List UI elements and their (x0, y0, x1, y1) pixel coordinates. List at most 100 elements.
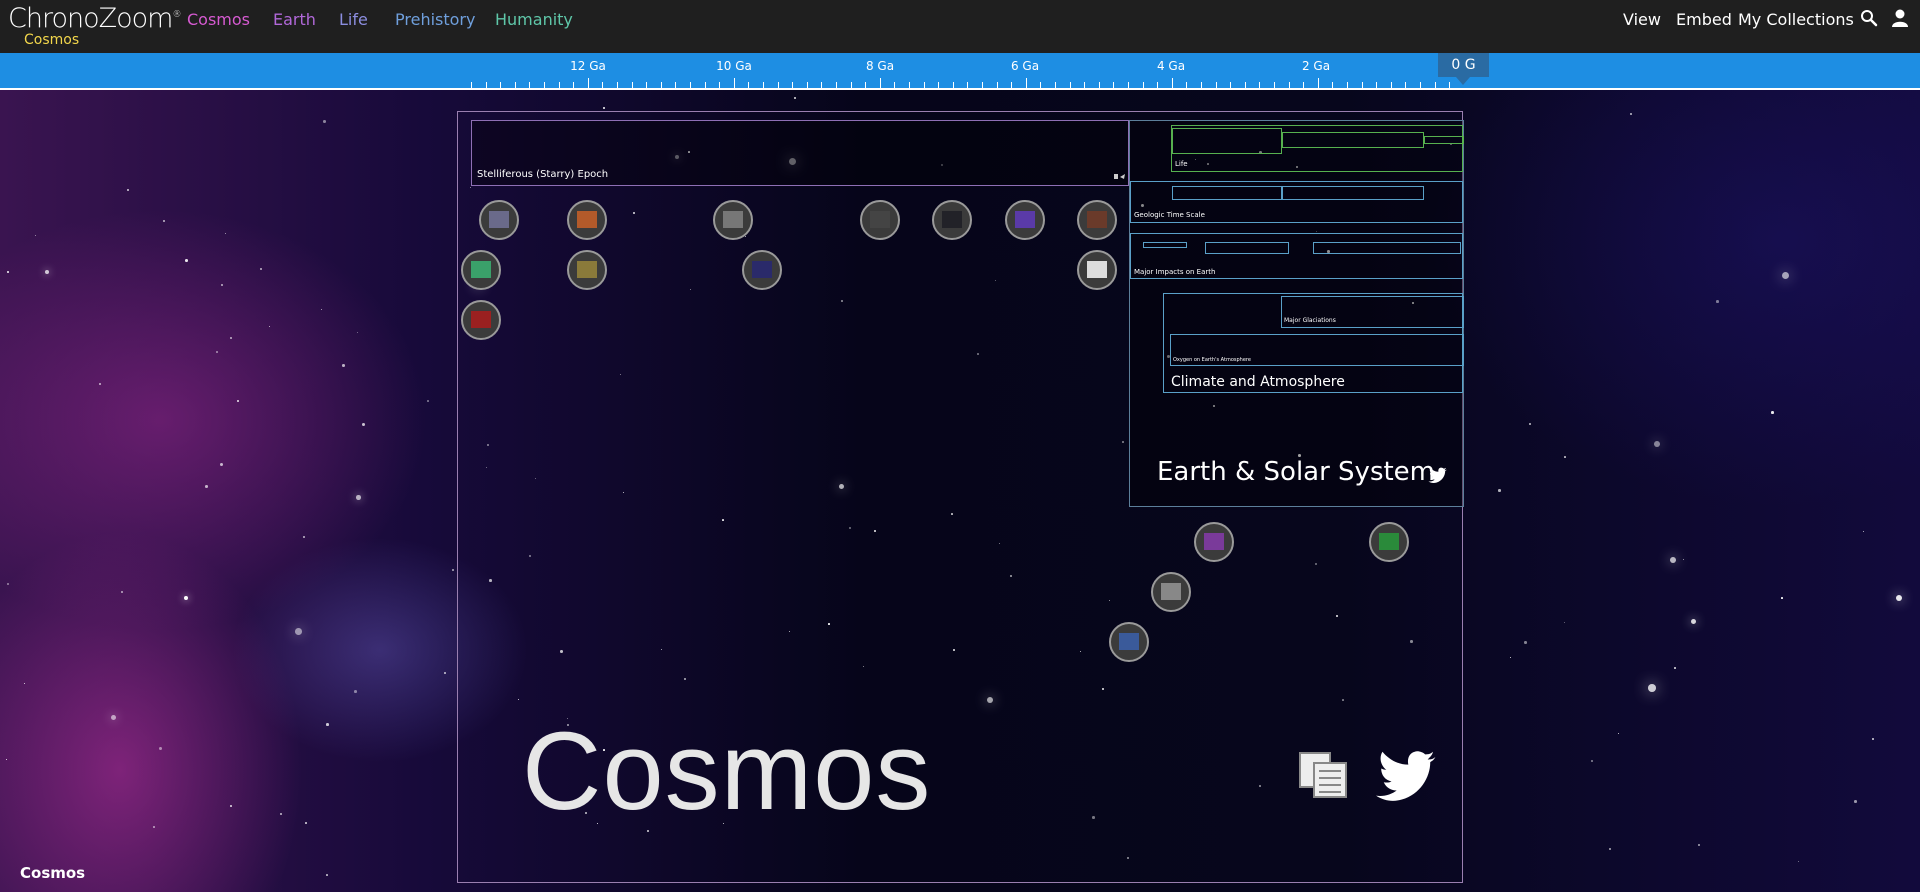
star (1524, 641, 1527, 644)
oxygen-atmosphere-timeline[interactable]: Oxygen on Earth's Atmosphere (1170, 334, 1464, 366)
star (205, 485, 208, 488)
star (603, 107, 606, 110)
view-menu[interactable]: View (1623, 10, 1661, 29)
star (1510, 657, 1512, 659)
exhibit-thumbnail[interactable] (860, 200, 900, 240)
ruler-tick (1172, 78, 1173, 88)
ruler-tick (1026, 78, 1027, 88)
star (1771, 411, 1774, 414)
impact-span-1 (1143, 242, 1187, 248)
ruler-label-10ga: 10 Ga (716, 59, 752, 73)
chronozoom-logo[interactable]: ChronoZoom® (8, 3, 181, 34)
earth-solar-system-title[interactable]: Earth & Solar System (1157, 457, 1435, 487)
exhibit-thumbnail[interactable] (742, 250, 782, 290)
star (269, 326, 271, 328)
exhibit-thumbnail[interactable] (1194, 522, 1234, 562)
major-glaciations-title[interactable]: Major Glaciations (1284, 317, 1336, 324)
star (1716, 300, 1719, 303)
star (354, 690, 357, 693)
major-impacts-title[interactable]: Major Impacts on Earth (1134, 268, 1215, 276)
star (326, 723, 329, 726)
my-collections-menu[interactable]: My Collections (1738, 10, 1854, 29)
star (24, 683, 26, 685)
exhibit-thumbnail[interactable] (1369, 522, 1409, 562)
star (303, 536, 306, 539)
stelliferous-epoch-timeline[interactable]: Stelliferous (Starry) Epoch (471, 120, 1129, 186)
logo-text: ChronoZoom (8, 3, 173, 34)
star (230, 337, 233, 340)
life-timeline[interactable]: Life (1171, 125, 1464, 172)
star (220, 463, 223, 466)
impact-span-2 (1205, 242, 1289, 254)
exhibit-thumbnail[interactable] (1109, 622, 1149, 662)
exhibit-thumbnail[interactable] (1077, 250, 1117, 290)
climate-atmosphere-title[interactable]: Climate and Atmosphere (1171, 374, 1345, 390)
star (127, 189, 129, 191)
ruler-label-2ga: 2 Ga (1301, 59, 1331, 73)
major-glaciations-timeline[interactable]: Major Glaciations (1281, 296, 1464, 328)
ruler-label-12ga: 12 Ga (570, 59, 606, 73)
exhibit-thumbnail[interactable] (1005, 200, 1045, 240)
share-icon[interactable] (1114, 173, 1126, 180)
nav-link-humanity[interactable]: Humanity (495, 10, 573, 29)
oxygen-atmosphere-title[interactable]: Oxygen on Earth's Atmosphere (1173, 357, 1251, 363)
climate-atmosphere-timeline[interactable]: Major Glaciations Oxygen on Earth's Atmo… (1163, 293, 1464, 393)
star (260, 268, 263, 271)
exhibit-thumbnail[interactable] (567, 250, 607, 290)
breadcrumb[interactable]: Cosmos (24, 32, 79, 48)
geologic-time-scale-timeline[interactable]: Geologic Time Scale (1130, 181, 1463, 223)
star (794, 97, 796, 99)
nav-link-prehistory[interactable]: Prehistory (395, 10, 475, 29)
exhibit-thumbnail[interactable] (713, 200, 753, 240)
star (1854, 800, 1857, 803)
earth-solar-system-timeline[interactable]: Life Geologic Time Scale Major Impacts o… (1129, 120, 1464, 507)
star (1863, 531, 1865, 533)
star (159, 747, 162, 750)
nav-link-earth[interactable]: Earth (273, 10, 316, 29)
impact-span-3 (1313, 242, 1461, 254)
twitter-icon[interactable] (1376, 748, 1438, 802)
exhibit-thumbnail[interactable] (1077, 200, 1117, 240)
star (342, 364, 345, 367)
time-ruler[interactable]: 12 Ga 10 Ga 8 Ga 6 Ga 4 Ga 2 Ga (0, 53, 1920, 90)
exhibit-thumbnail[interactable] (479, 200, 519, 240)
embed-menu[interactable]: Embed (1676, 10, 1732, 29)
top-navigation-bar: ChronoZoom® Cosmos Cosmos Earth Life Pre… (0, 0, 1920, 53)
exhibit-thumbnail[interactable] (932, 200, 972, 240)
nav-link-cosmos[interactable]: Cosmos (187, 10, 250, 29)
star (356, 495, 361, 500)
star (444, 672, 446, 674)
exhibit-thumbnail[interactable] (1151, 572, 1191, 612)
cosmos-timeline-title[interactable]: Cosmos (522, 708, 931, 835)
current-time-marker[interactable]: 0 G (1438, 53, 1489, 77)
exhibit-thumbnail[interactable] (567, 200, 607, 240)
star (321, 309, 323, 311)
star (1781, 597, 1783, 599)
star (1498, 489, 1501, 492)
star (357, 332, 359, 334)
copy-link-icon[interactable] (1298, 751, 1350, 801)
current-timeline-label: Cosmos (20, 864, 86, 882)
star (1670, 557, 1676, 563)
star (1529, 423, 1531, 425)
major-impacts-timeline[interactable]: Major Impacts on Earth (1130, 233, 1463, 279)
ruler-label-4ga: 4 Ga (1156, 59, 1186, 73)
exhibit-thumbnail[interactable] (461, 250, 501, 290)
star (153, 826, 155, 828)
life-timeline-title[interactable]: Life (1175, 160, 1188, 168)
stelliferous-epoch-title[interactable]: Stelliferous (Starry) Epoch (477, 169, 608, 180)
star (1618, 733, 1620, 735)
exhibit-thumbnail[interactable] (461, 300, 501, 340)
search-icon[interactable] (1860, 9, 1878, 27)
twitter-icon-small[interactable] (1428, 467, 1448, 483)
star (111, 715, 117, 721)
life-era-3 (1424, 136, 1464, 144)
nav-link-life[interactable]: Life (339, 10, 368, 29)
star (1674, 667, 1676, 669)
user-icon[interactable] (1890, 8, 1910, 28)
star (1564, 622, 1566, 624)
star (216, 351, 218, 353)
timeline-canvas[interactable]: Stelliferous (Starry) Epoch Life Geologi… (0, 90, 1920, 892)
geologic-time-scale-title[interactable]: Geologic Time Scale (1134, 211, 1205, 219)
ruler-tick (734, 78, 735, 88)
